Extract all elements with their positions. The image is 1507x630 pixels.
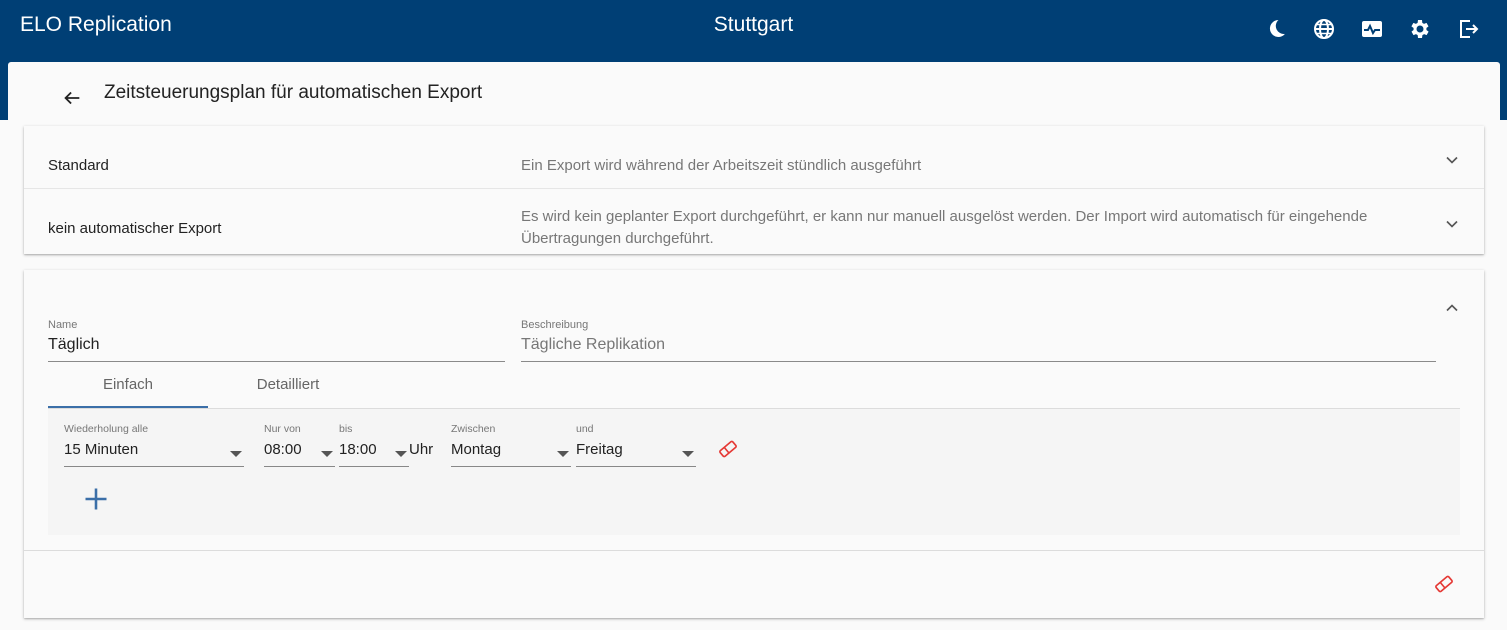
schedule-description: Es wird kein geplanter Export durchgefüh… bbox=[521, 208, 1368, 247]
tab-detailliert[interactable]: Detailliert bbox=[208, 376, 368, 393]
chevron-up-icon[interactable] bbox=[1440, 296, 1464, 320]
schedule-list: Standard Ein Export wird während der Arb… bbox=[24, 126, 1484, 254]
eraser-icon[interactable] bbox=[716, 437, 740, 461]
app-title: ELO Replication bbox=[20, 13, 172, 36]
select-underline bbox=[64, 466, 244, 467]
active-tab-indicator bbox=[48, 406, 208, 408]
chevron-down-icon[interactable] bbox=[1440, 212, 1464, 236]
weekday-to-select[interactable]: und Freitag bbox=[576, 423, 696, 469]
rule-row: Wiederholung alle 15 Minuten Nur von 08:… bbox=[48, 409, 1460, 535]
description-label: Beschreibung bbox=[521, 319, 589, 331]
to-value: 18:00 bbox=[339, 441, 377, 458]
select-underline bbox=[451, 466, 571, 467]
dropdown-arrow-icon bbox=[230, 451, 242, 457]
toolbar-icons bbox=[1261, 14, 1483, 44]
dropdown-arrow-icon bbox=[682, 451, 694, 457]
select-underline bbox=[576, 466, 696, 467]
plus-icon bbox=[85, 488, 107, 510]
schedule-row-none[interactable]: kein automatischer Export Es wird kein g… bbox=[24, 189, 1484, 254]
description-underline bbox=[521, 361, 1436, 362]
logout-icon[interactable] bbox=[1453, 14, 1483, 44]
repeat-label: Wiederholung alle bbox=[64, 423, 149, 435]
to-time-select[interactable]: bis 18:00 bbox=[339, 423, 409, 469]
repeat-select[interactable]: Wiederholung alle 15 Minuten bbox=[64, 423, 244, 469]
eraser-icon bbox=[1435, 575, 1453, 593]
select-underline bbox=[339, 466, 409, 467]
schedule-editor: Name Täglich Beschreibung Tägliche Repli… bbox=[24, 270, 1484, 618]
name-underline bbox=[48, 361, 505, 362]
chevron-down-icon[interactable] bbox=[1440, 148, 1464, 172]
globe-icon[interactable] bbox=[1309, 14, 1339, 44]
to-label: bis bbox=[339, 423, 353, 435]
page-header: Zeitsteuerungsplan für automatischen Exp… bbox=[8, 62, 1500, 126]
and-label: und bbox=[576, 423, 594, 435]
from-label: Nur von bbox=[264, 423, 301, 435]
footer-divider bbox=[24, 550, 1484, 551]
page-title: Zeitsteuerungsplan für automatischen Exp… bbox=[104, 82, 483, 103]
location-label: Stuttgart bbox=[713, 13, 794, 36]
gear-icon[interactable] bbox=[1405, 14, 1435, 44]
name-label: Name bbox=[48, 319, 78, 331]
from-value: 08:00 bbox=[264, 441, 302, 458]
schedule-name: kein automatischer Export bbox=[48, 220, 222, 237]
dropdown-arrow-icon bbox=[321, 451, 333, 457]
arrow-left-icon bbox=[64, 91, 80, 105]
name-input[interactable]: Täglich bbox=[48, 336, 100, 354]
delete-schedule-button[interactable] bbox=[1432, 572, 1456, 596]
between-value: Montag bbox=[451, 441, 502, 458]
schedule-row-standard[interactable]: Standard Ein Export wird während der Arb… bbox=[24, 126, 1484, 189]
and-value: Freitag bbox=[576, 441, 623, 458]
dropdown-arrow-icon bbox=[557, 451, 569, 457]
time-unit: Uhr bbox=[409, 441, 434, 458]
between-label: Zwischen bbox=[451, 423, 496, 435]
schedule-description: Ein Export wird während der Arbeitszeit … bbox=[521, 157, 922, 174]
select-underline bbox=[264, 466, 335, 467]
back-button[interactable] bbox=[56, 82, 88, 114]
schedule-name: Standard bbox=[48, 157, 109, 174]
page-card: Zeitsteuerungsplan für automatischen Exp… bbox=[8, 62, 1500, 630]
tab-einfach[interactable]: Einfach bbox=[48, 376, 208, 393]
repeat-value: 15 Minuten bbox=[64, 441, 139, 458]
dropdown-arrow-icon bbox=[395, 451, 407, 457]
add-rule-button[interactable] bbox=[80, 483, 112, 515]
weekday-from-select[interactable]: Zwischen Montag bbox=[451, 423, 571, 469]
from-time-select[interactable]: Nur von 08:00 bbox=[264, 423, 335, 469]
monitor-icon[interactable] bbox=[1357, 14, 1387, 44]
description-input[interactable]: Tägliche Replikation bbox=[521, 336, 665, 354]
moon-icon[interactable] bbox=[1261, 14, 1291, 44]
